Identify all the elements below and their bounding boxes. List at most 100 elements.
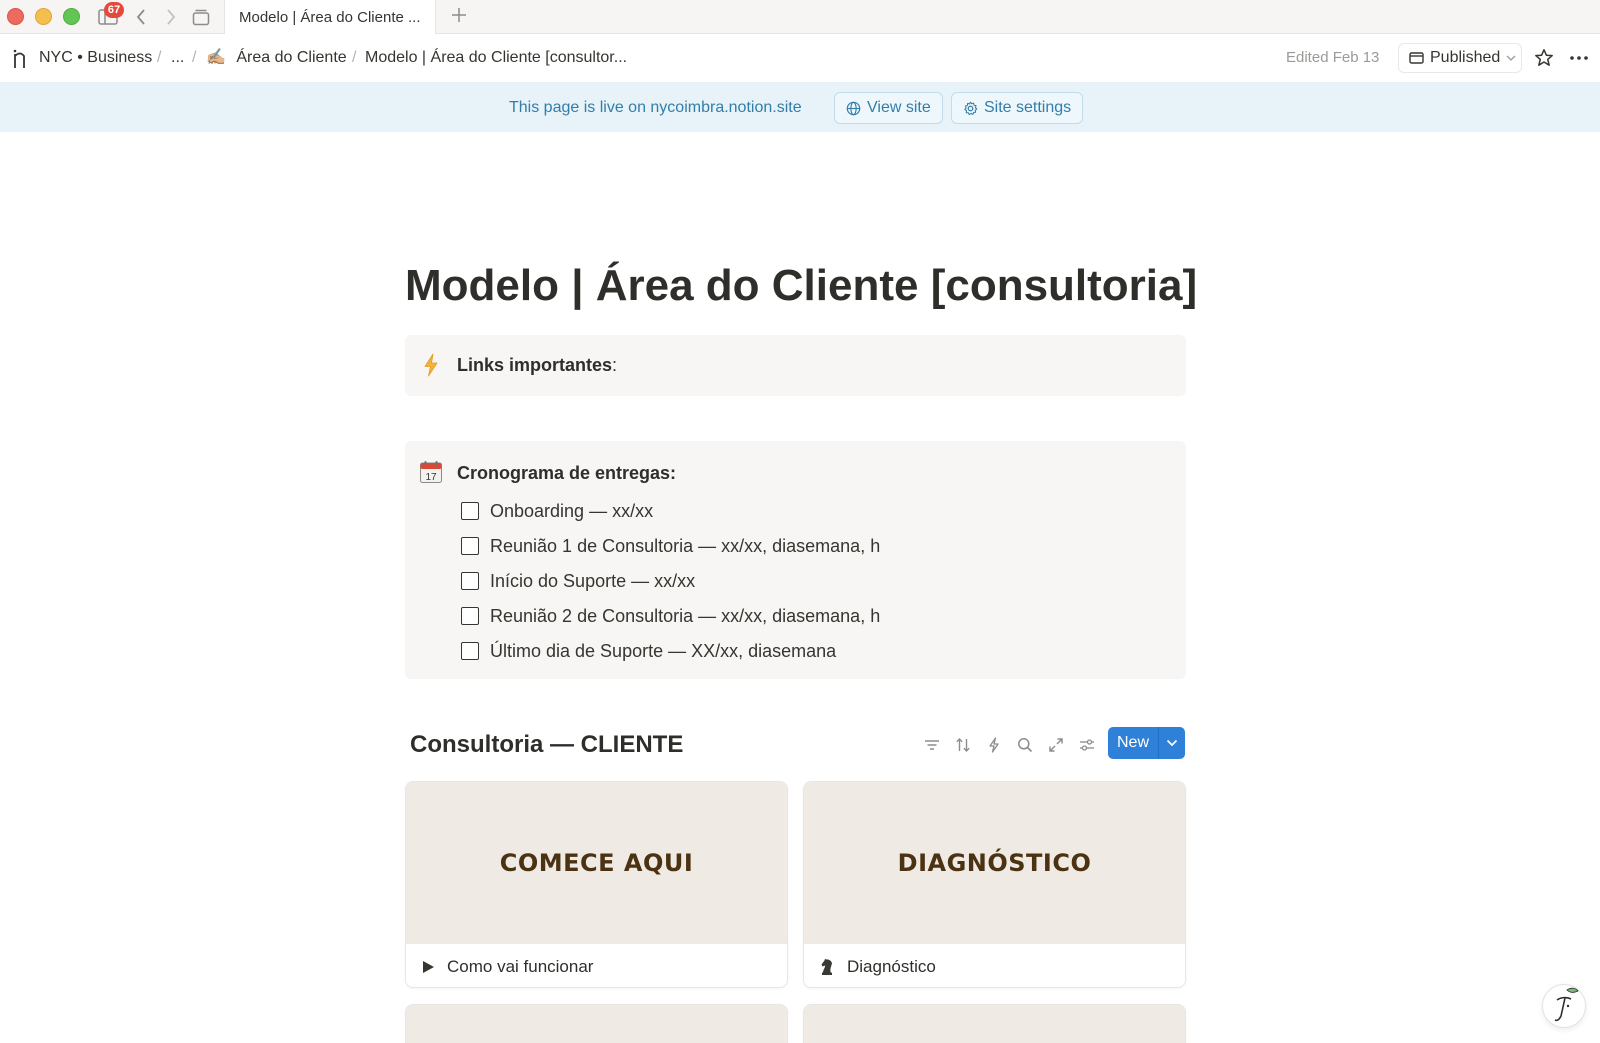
search-icon [1018,738,1033,753]
todo-label: Último dia de Suporte — XX/xx, diasemana [490,641,837,661]
breadcrumb-parent[interactable]: ✍🏼 Área do Cliente [206,48,347,68]
writing-hand-icon: ✍🏼 [206,49,226,66]
star-icon [1535,49,1553,66]
schedule-heading: Cronograma de entregas: [457,463,677,483]
fullscreen-window-button[interactable] [63,8,80,25]
todo-item: Último dia de Suporte — XX/xx, diasemana [461,639,836,663]
breadcrumb-separator: / [157,49,162,66]
new-tab-button[interactable] [447,3,471,27]
todo-checkbox[interactable] [461,642,479,660]
browser-tab-bar: 67 Modelo | Área do Cliente ... [0,0,1600,34]
todo-label: Reunião 1 de Consultoria — xx/xx, diasem… [490,536,881,556]
card-cover [406,1005,787,1043]
card-cover-text: DIAGNÓSTICO [897,848,1092,877]
chevron-left-icon [136,9,145,25]
sort-button[interactable] [950,732,976,758]
card-title: Diagnóstico [847,956,936,976]
tab-count-badge: 67 [104,2,124,18]
new-entry-button[interactable]: New [1108,727,1185,759]
view-settings-button[interactable] [1074,732,1100,758]
todo-item: Reunião 2 de Consultoria — xx/xx, diasem… [461,604,880,628]
tab-overview-button[interactable] [189,5,213,29]
page-title[interactable]: Modelo | Área do Cliente [consultoria] [405,258,1197,314]
lightning-icon[interactable] [419,353,443,377]
links-heading-text: Links importantes [457,355,613,375]
favorite-button[interactable] [1532,46,1556,70]
site-live-banner: This page is live on nycoimbra.notion.si… [0,82,1600,132]
card-title: Como vai funcionar [447,956,594,976]
todo-checkbox[interactable] [461,537,479,555]
browser-window-icon [1409,52,1424,64]
todo-item: Reunião 1 de Consultoria — xx/xx, diasem… [461,534,880,558]
view-site-label: View site [867,99,931,116]
links-heading: Links importantes: [457,353,617,377]
card-footer: Como vai funcionar [406,943,787,987]
breadcrumb-separator: / [192,49,197,66]
back-button[interactable] [130,5,152,29]
play-triangle-icon [423,960,434,973]
new-button-label: New [1116,734,1149,751]
expand-icon [1049,738,1063,752]
tab-overview-icon [192,9,210,26]
forward-button[interactable] [160,5,182,29]
chess-knight-icon [821,958,832,975]
gallery-card[interactable] [405,1004,788,1043]
gallery-card[interactable] [803,1004,1186,1043]
chevron-down-icon [1506,55,1516,61]
todo-item: Onboarding — xx/xx [461,499,653,523]
sort-icon [956,737,970,753]
globe-icon [846,101,861,115]
site-settings-button[interactable]: Site settings [951,92,1084,124]
card-cover: DIAGNÓSTICO [804,782,1185,943]
site-settings-label: Site settings [984,99,1072,116]
gallery-card[interactable]: DIAGNÓSTICO Diagnóstico [803,781,1186,988]
active-tab-title: Modelo | Área do Cliente ... [239,8,421,26]
todo-item: Início do Suporte — xx/xx [461,569,695,593]
chevron-down-icon [1166,739,1178,747]
automation-button[interactable] [981,732,1007,758]
breadcrumb-workspace[interactable]: NYC • Business [39,48,152,68]
help-button[interactable] [1542,984,1586,1028]
gallery-card[interactable]: COMECE AQUI Como vai funcionar [405,781,788,988]
chevron-right-icon [167,9,176,25]
plus-icon [452,8,466,22]
new-dropdown-button[interactable] [1158,727,1185,759]
schedule-callout[interactable]: 17 Cronograma de entregas: Onboarding — … [405,441,1186,679]
filter-button[interactable] [919,732,945,758]
more-options-button[interactable] [1565,46,1593,70]
links-heading-colon: : [612,355,618,375]
calendar-icon[interactable]: 17 [419,460,443,484]
breadcrumb-parent-label: Área do Cliente [236,49,347,66]
breadcrumb-current[interactable]: Modelo | Área do Cliente [consultor... [365,48,627,68]
todo-checkbox[interactable] [461,607,479,625]
active-tab[interactable]: Modelo | Área do Cliente ... [224,0,436,34]
card-cover: COMECE AQUI [406,782,787,943]
breadcrumb-separator: / [352,49,357,66]
database-title[interactable]: Consultoria — CLIENTE [410,729,683,761]
published-button[interactable]: Published [1398,43,1522,73]
published-label: Published [1430,49,1501,66]
breadcrumb-ellipsis[interactable]: ... [171,48,184,68]
help-figure-icon [1554,987,1579,1022]
more-horizontal-icon [1570,56,1588,60]
card-cover [804,1005,1185,1043]
minimize-window-button[interactable] [35,8,52,25]
notion-logo-icon[interactable] [12,48,30,70]
card-footer: Diagnóstico [804,943,1185,987]
automation-icon [989,737,999,753]
search-button[interactable] [1012,732,1038,758]
links-callout[interactable]: Links importantes: [405,335,1186,396]
gear-icon [964,101,978,115]
site-live-text: This page is live on nycoimbra.notion.si… [509,99,802,116]
calendar-day-text: 17 [425,472,437,483]
todo-checkbox[interactable] [461,502,479,520]
expand-button[interactable] [1043,732,1069,758]
page-topbar: NYC • Business / ... / ✍🏼 Área do Client… [0,34,1600,82]
todo-checkbox[interactable] [461,572,479,590]
card-cover-text: COMECE AQUI [499,848,694,877]
filter-icon [925,740,939,750]
close-window-button[interactable] [7,8,24,25]
view-site-button[interactable]: View site [834,92,943,124]
todo-label: Início do Suporte — xx/xx [490,571,696,591]
todo-label: Onboarding — xx/xx [490,501,654,521]
